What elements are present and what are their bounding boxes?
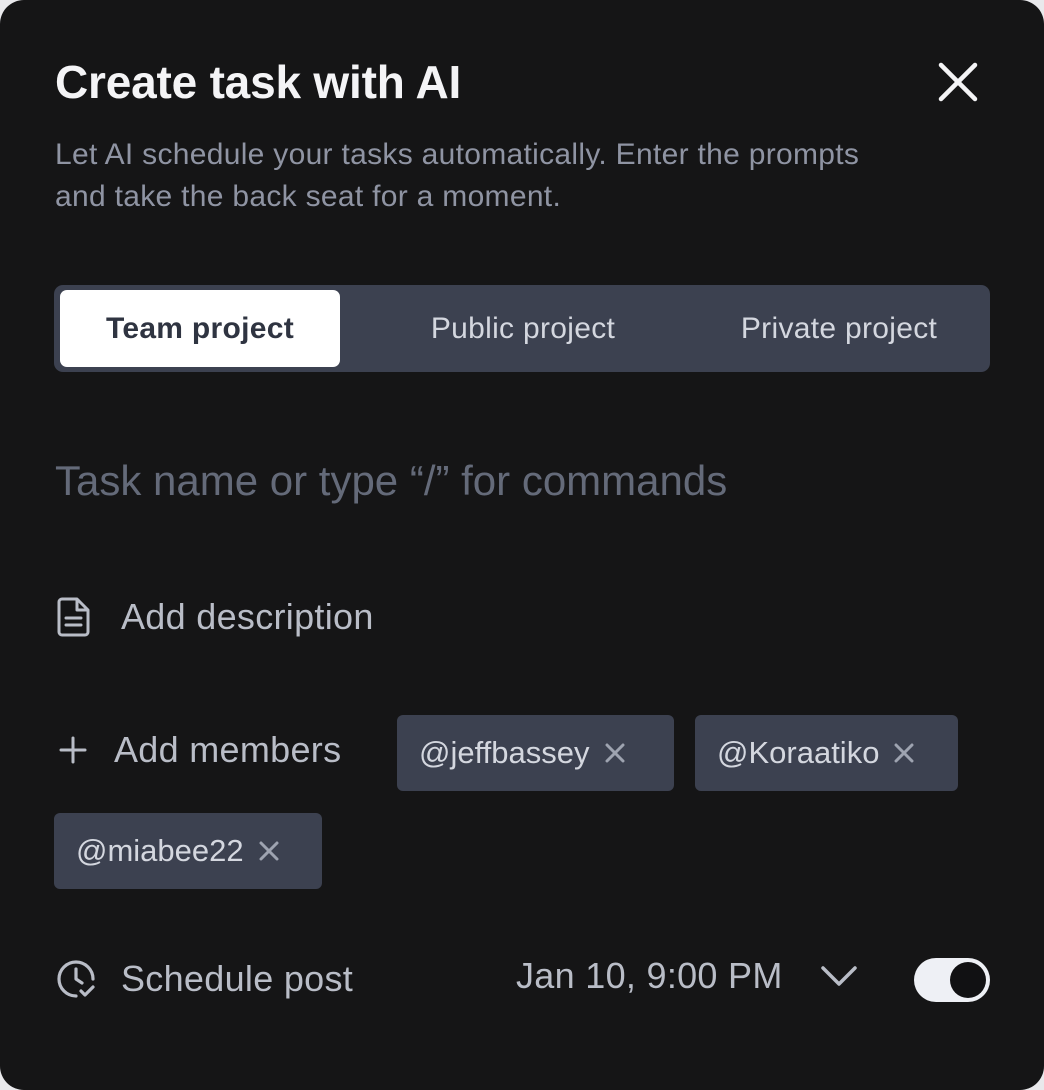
remove-member-button[interactable] [891, 740, 917, 766]
dialog-title: Create task with AI [55, 56, 462, 108]
clock-check-icon [57, 960, 95, 998]
toggle-knob [950, 962, 986, 998]
dialog-subtitle: Let AI schedule your tasks automatically… [55, 138, 860, 213]
member-chip: @Koraatiko [695, 715, 958, 791]
document-icon [57, 597, 90, 637]
plus-icon [59, 736, 87, 764]
remove-member-button[interactable] [256, 838, 282, 864]
remove-member-button[interactable] [602, 740, 628, 766]
member-chip-label: @Koraatiko [717, 735, 880, 770]
chevron-down-icon [819, 961, 859, 991]
member-chip: @miabee22 [54, 813, 322, 889]
project-type-tabs: Team project Public project Private proj… [54, 285, 990, 372]
tab-public-project[interactable]: Public project [384, 290, 662, 367]
schedule-post-row: Schedule post [55, 958, 353, 1000]
schedule-post-label: Schedule post [121, 958, 354, 999]
close-button[interactable] [930, 54, 986, 110]
schedule-date-value: Jan 10, 9:00 PM [516, 955, 783, 996]
tab-team-project[interactable]: Team project [60, 290, 340, 367]
add-description-button[interactable]: Add description [55, 596, 374, 638]
schedule-date-dropdown[interactable]: Jan 10, 9:00 PM [516, 955, 859, 997]
remove-icon [894, 743, 914, 763]
remove-icon [259, 841, 279, 861]
member-chip: @jeffbassey [397, 715, 674, 791]
schedule-toggle[interactable] [914, 958, 990, 1002]
create-task-dialog: Create task with AI Let AI schedule your… [0, 0, 1044, 1090]
close-icon [938, 62, 978, 102]
task-name-input[interactable] [55, 452, 955, 510]
add-members-button[interactable]: Add members [58, 729, 341, 771]
add-description-label: Add description [121, 596, 374, 637]
tab-private-project[interactable]: Private project [704, 290, 974, 367]
member-chip-label: @miabee22 [76, 833, 244, 868]
member-chip-label: @jeffbassey [419, 735, 590, 770]
add-members-label: Add members [114, 729, 342, 770]
remove-icon [605, 743, 624, 763]
